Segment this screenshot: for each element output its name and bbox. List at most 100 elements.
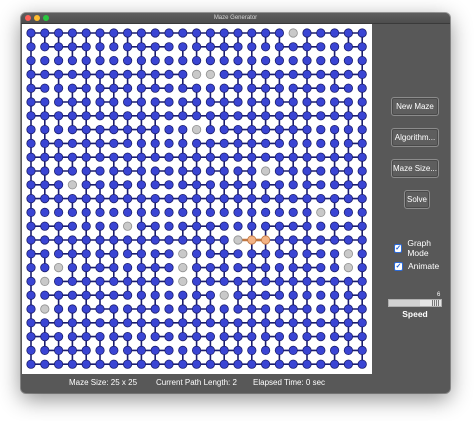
maze-node [95,194,105,204]
maze-node [109,249,119,259]
maze-node [329,152,340,162]
maze-node [302,235,312,245]
maze-node [95,55,105,66]
maze-node [150,97,160,107]
maze-size-button[interactable]: Maze Size... [391,159,439,178]
maze-node [67,207,78,217]
maze-node [233,83,243,93]
maze-node [316,138,326,149]
maze-node [357,331,367,342]
maze-node [316,125,326,135]
maze-node [343,318,353,328]
title-bar: Maze Generator [21,13,450,24]
maze-node [81,28,91,38]
maze-node [219,359,229,369]
maze-node [95,249,105,259]
maze-node [205,249,215,259]
maze-node [205,194,215,204]
maze-node [150,263,160,273]
maze-node [302,42,312,52]
maze-node [178,111,188,121]
maze-node [136,318,147,328]
maze-node [357,152,367,162]
maze-node [109,97,119,107]
maze-node [302,28,312,38]
maze-node [150,111,160,121]
maze-node [205,318,215,328]
maze-node [67,304,78,314]
graph-mode-checkmark[interactable]: ✓ [394,243,403,253]
maze-node [205,166,215,176]
maze-node [357,83,367,93]
maze-node [67,125,78,135]
maze-node [178,69,188,80]
maze-node [150,359,160,369]
maze-node [53,180,64,190]
maze-node [205,180,215,190]
maze-node [123,69,133,80]
maze-node [316,69,326,80]
maze-node [192,276,202,286]
maze-node [178,194,188,204]
animate-checkmark[interactable]: ✓ [394,261,403,271]
maze-node [316,42,326,52]
maze-node [316,180,326,190]
maze-node [136,276,147,286]
maze-node [136,83,147,93]
maze-node [136,111,147,121]
maze-node [274,318,284,328]
maze-node [192,166,202,176]
maze-node [150,345,160,355]
maze-node [205,331,215,342]
maze-node [53,69,64,80]
graph-mode-checkbox[interactable]: ✓ Graph Mode [394,238,450,258]
maze-node [81,69,91,80]
speed-slider[interactable] [388,299,442,307]
maze-node [123,345,133,355]
maze-node [178,83,188,93]
maze-canvas[interactable] [22,24,372,374]
maze-node [26,318,36,328]
maze-node [123,263,133,273]
maze-node [67,249,78,259]
maze-node [150,55,160,66]
maze-node [123,318,133,328]
maze-node [261,194,271,204]
unvisited-node [261,166,271,176]
maze-node [302,166,312,176]
maze-node [302,55,312,66]
maze-node [302,111,312,121]
animate-checkbox[interactable]: ✓ Animate [394,261,439,271]
maze-node [233,152,243,162]
maze-node [233,42,243,52]
maze-node [81,263,91,273]
maze-node [67,276,78,286]
new-maze-button[interactable]: New Maze [391,97,439,116]
maze-node [95,152,105,162]
maze-node [316,318,326,328]
window-title: Maze Generator [213,15,258,21]
maze-node [81,276,91,286]
maze-node [192,152,202,162]
maze-node [274,97,284,107]
maze-node [261,125,271,135]
maze-node [329,166,340,176]
maze-node [233,359,243,369]
maze-node [274,304,284,314]
maze-node [26,97,36,107]
algorithm-button[interactable]: Algorithm... [391,128,439,147]
maze-node [329,359,340,369]
maze-node [95,235,105,245]
maze-node [81,97,91,107]
maze-node [316,331,326,342]
maze-node [247,345,257,355]
maze-node [357,28,367,38]
maze-node [95,42,105,52]
maze-node [136,207,147,217]
maze-node [150,83,160,93]
maze-node [178,138,188,149]
maze-node [67,331,78,342]
maze-node [316,235,326,245]
maze-node [164,180,174,190]
solve-button[interactable]: Solve [404,190,430,209]
